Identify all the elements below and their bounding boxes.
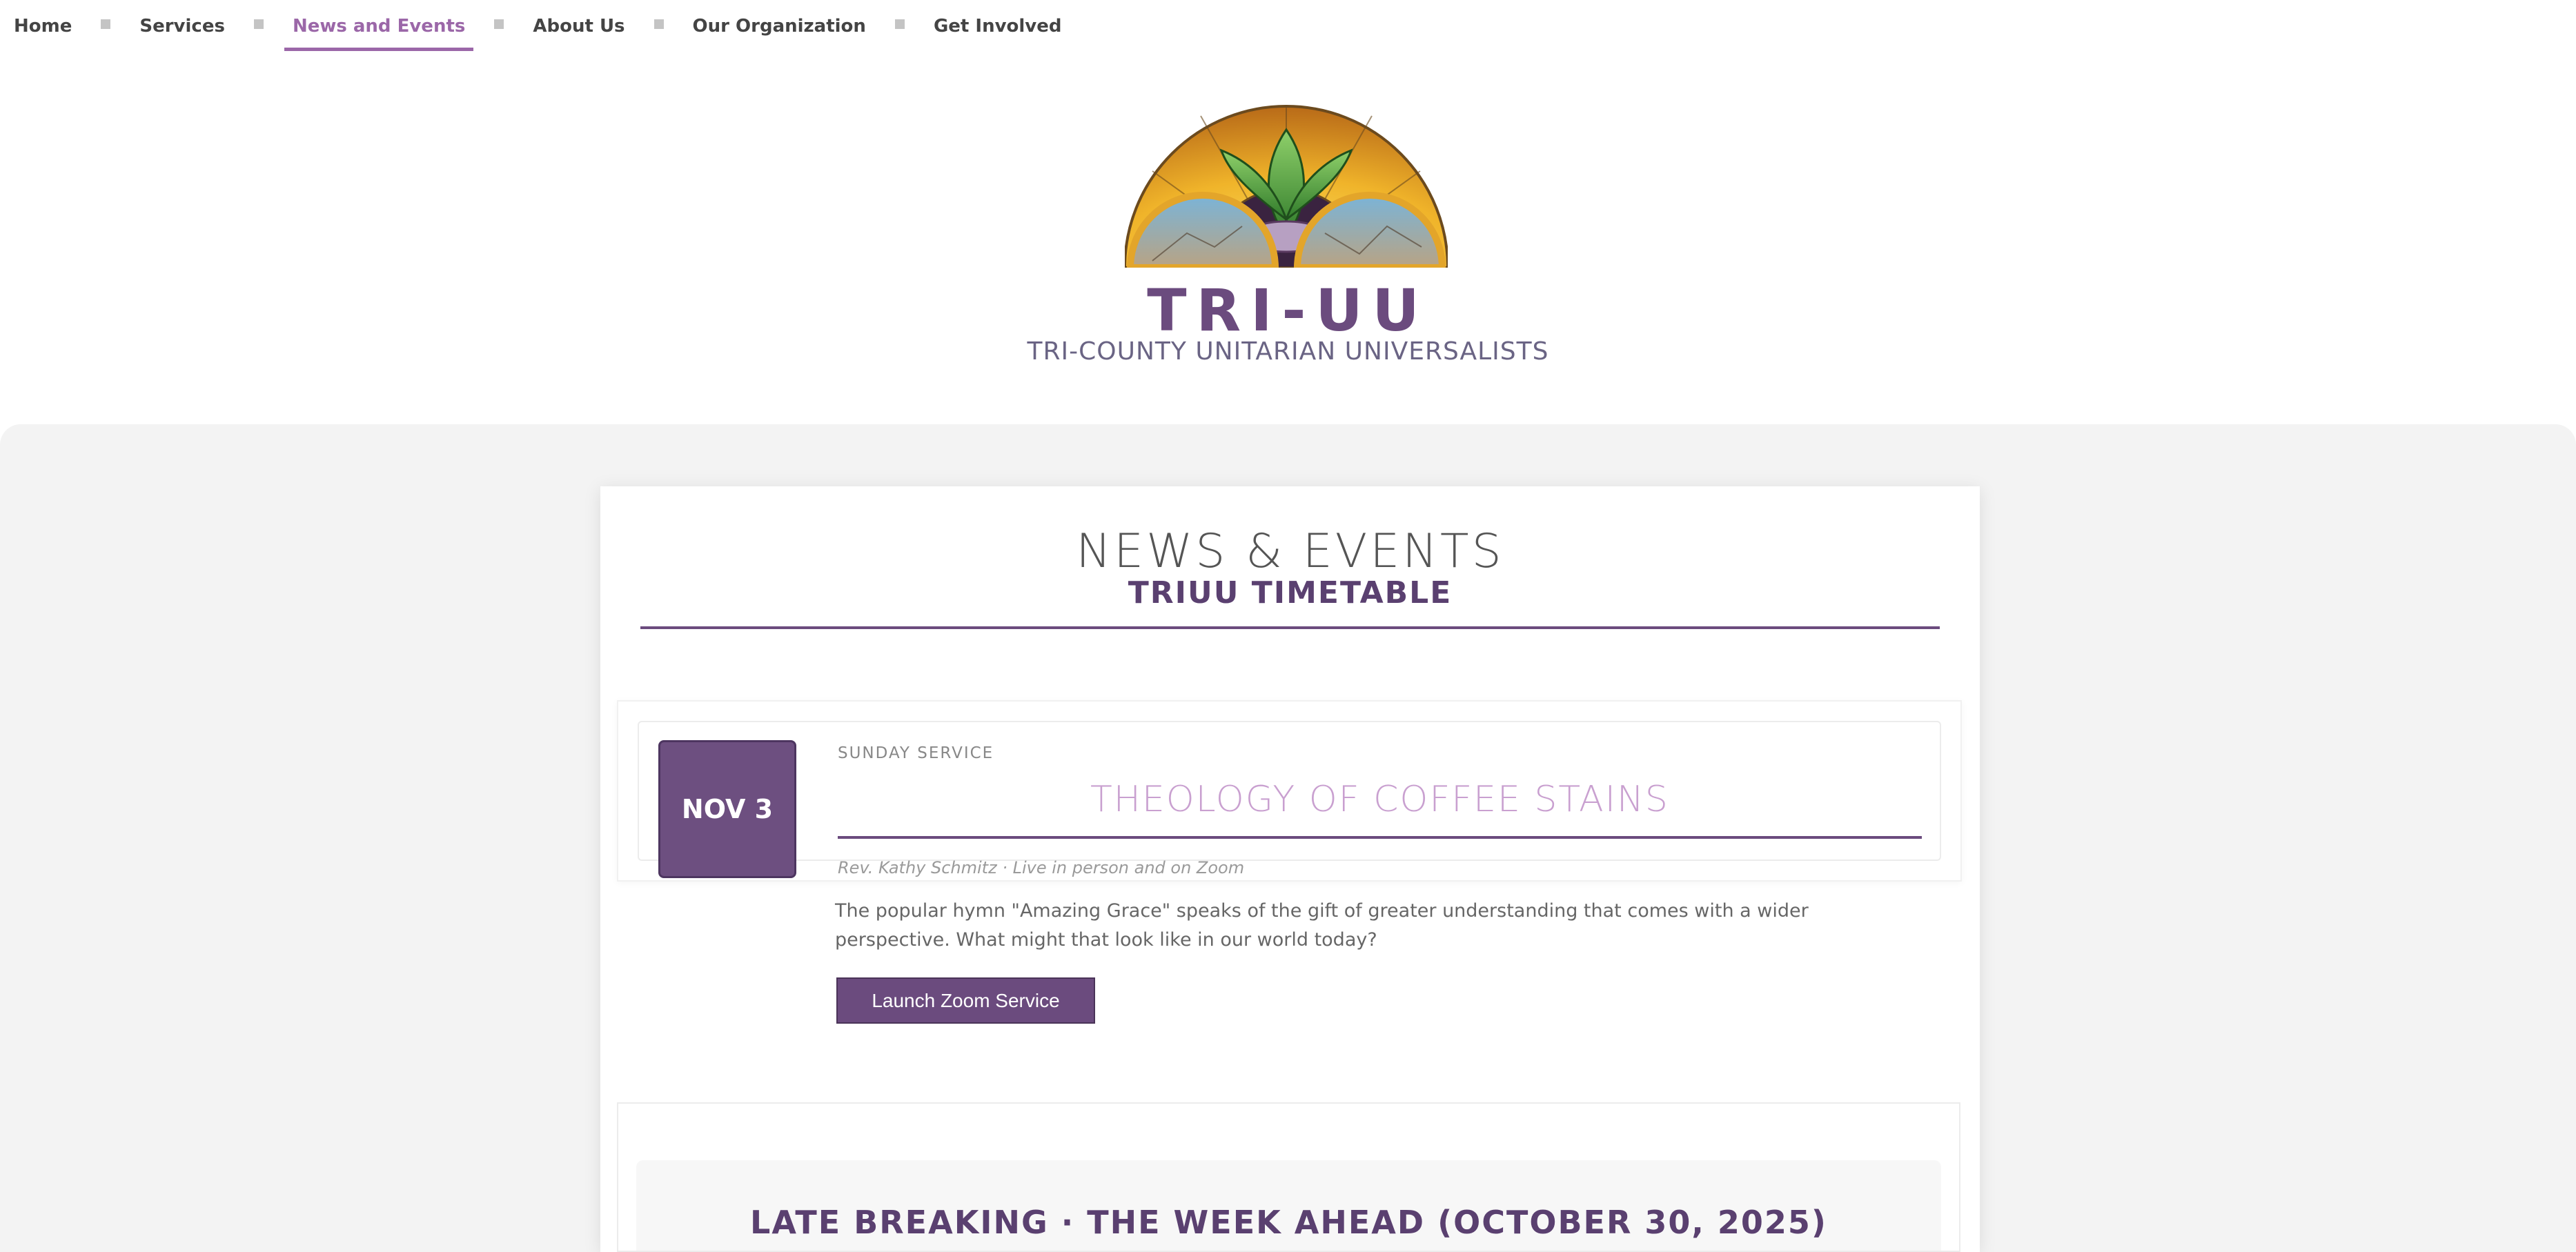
- top-navigation: Home Services News and Events About Us O…: [14, 0, 1070, 52]
- event-title-divider: [838, 836, 1922, 839]
- nav-item-our-organization[interactable]: Our Organization: [685, 0, 874, 52]
- heading-divider: [640, 626, 1940, 629]
- page-heading: NEWS & EVENTS: [1076, 524, 1504, 579]
- nav-item-home[interactable]: Home: [14, 0, 80, 52]
- nav-item-get-involved[interactable]: Get Involved: [925, 0, 1070, 52]
- nav-separator: [494, 19, 504, 29]
- stained-glass-logo[interactable]: [1125, 88, 1448, 268]
- launch-zoom-button[interactable]: Launch Zoom Service: [836, 977, 1095, 1024]
- week-ahead-inner: LATE BREAKING · THE WEEK AHEAD (OCTOBER …: [636, 1160, 1941, 1251]
- site-title: TRI-UU: [1147, 277, 1429, 344]
- nav-separator: [894, 19, 905, 29]
- event-type-label: SUNDAY SERVICE: [838, 744, 994, 762]
- week-ahead-card: LATE BREAKING · THE WEEK AHEAD (OCTOBER …: [617, 1102, 1960, 1252]
- nav-item-services[interactable]: Services: [131, 0, 233, 52]
- site-subtitle: TRI-COUNTY UNITARIAN UNIVERSALISTS: [1027, 337, 1549, 366]
- nav-separator: [101, 19, 111, 29]
- event-date-badge: NOV 3: [658, 740, 796, 878]
- event-card: NOV 3 SUNDAY SERVICE THEOLOGY OF COFFEE …: [617, 700, 1962, 882]
- event-meta: Rev. Kathy Schmitz · Live in person and …: [838, 858, 1245, 877]
- event-title: THEOLOGY OF COFFEE STAINS: [1090, 779, 1669, 820]
- event-description: The popular hymn "Amazing Grace" speaks …: [835, 900, 1809, 951]
- nav-item-about-us[interactable]: About Us: [524, 0, 633, 52]
- event-card-inner: NOV 3 SUNDAY SERVICE THEOLOGY OF COFFEE …: [638, 721, 1941, 878]
- nav-item-news-and-events[interactable]: News and Events: [284, 0, 474, 52]
- week-ahead-title: LATE BREAKING · THE WEEK AHEAD (OCTOBER …: [750, 1204, 1827, 1241]
- page-subheading: TRIUU TIMETABLE: [1128, 575, 1453, 610]
- nav-separator: [253, 19, 264, 29]
- nav-separator: [653, 19, 664, 29]
